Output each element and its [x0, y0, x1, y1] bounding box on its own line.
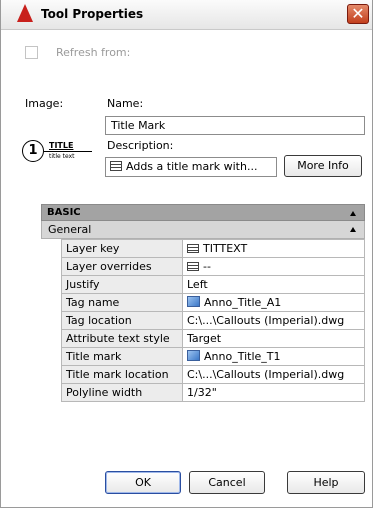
preview-subtitle: title text	[49, 153, 75, 160]
description-label: Description:	[107, 139, 174, 152]
property-value-text: Anno_Title_T1	[204, 350, 281, 363]
refresh-from-label: Refresh from:	[56, 46, 131, 59]
property-value-text: C:\...\Callouts (Imperial).dwg	[187, 314, 345, 327]
properties-panel: BASIC General Layer key TITTEXT Layer over…	[41, 204, 365, 402]
property-value[interactable]: 1/32"	[182, 383, 365, 402]
property-value[interactable]: C:\...\Callouts (Imperial).dwg	[182, 311, 365, 330]
category-basic[interactable]: BASIC	[41, 204, 365, 221]
preview-line	[44, 151, 92, 152]
property-row[interactable]: Layer overrides --	[61, 257, 365, 276]
block-icon	[187, 296, 200, 307]
category-basic-label: BASIC	[47, 207, 81, 218]
property-name: Tag location	[61, 311, 183, 330]
close-button[interactable]: ✕	[347, 4, 369, 24]
property-value-text: Anno_Title_A1	[204, 296, 282, 309]
property-name: Title mark location	[61, 365, 183, 384]
properties-grid: Layer key TITTEXT Layer overrides -- Justify…	[61, 239, 365, 402]
property-row[interactable]: Polyline width 1/32"	[61, 383, 365, 402]
property-value[interactable]: Anno_Title_T1	[182, 347, 365, 366]
property-row[interactable]: Title mark Anno_Title_T1	[61, 347, 365, 366]
property-row[interactable]: Tag location C:\...\Callouts (Imperial).d…	[61, 311, 365, 330]
property-row[interactable]: Tag name Anno_Title_A1	[61, 293, 365, 312]
property-value-text: --	[203, 260, 211, 273]
property-row[interactable]: Title mark location C:\...\Callouts (Impe…	[61, 365, 365, 384]
name-input[interactable]	[105, 116, 365, 135]
collapse-icon[interactable]	[350, 211, 356, 216]
tool-properties-window: Tool Properties ✕ Refresh from: Image: 1…	[0, 0, 373, 508]
title-mark-preview[interactable]: 1 TITLE title text	[22, 140, 94, 166]
property-value[interactable]: Target	[182, 329, 365, 348]
property-name: Layer overrides	[61, 257, 183, 276]
list-icon	[187, 244, 199, 253]
property-value-text: 1/32"	[187, 386, 217, 399]
refresh-from-checkbox[interactable]	[25, 46, 38, 59]
ok-label: OK	[135, 476, 151, 489]
title-bar[interactable]: Tool Properties ✕	[1, 0, 372, 30]
list-icon	[187, 262, 199, 271]
list-icon	[110, 161, 122, 171]
collapse-icon[interactable]	[350, 227, 356, 232]
name-label: Name:	[107, 97, 144, 110]
property-value[interactable]: Left	[182, 275, 365, 294]
property-row[interactable]: Justify Left	[61, 275, 365, 294]
cancel-button[interactable]: Cancel	[189, 471, 265, 494]
property-name: Layer key	[61, 239, 183, 258]
category-general-label: General	[48, 223, 92, 236]
property-value[interactable]: C:\...\Callouts (Imperial).dwg	[182, 365, 365, 384]
property-value-text: Target	[187, 332, 222, 345]
property-value-text: Left	[187, 278, 208, 291]
property-value-text: C:\...\Callouts (Imperial).dwg	[187, 368, 345, 381]
property-name: Tag name	[61, 293, 183, 312]
more-info-button[interactable]: More Info	[284, 155, 362, 177]
property-value[interactable]: TITTEXT	[182, 239, 365, 258]
ok-button[interactable]: OK	[105, 471, 181, 494]
description-value: Adds a title mark with...	[126, 160, 258, 173]
image-label: Image:	[25, 97, 64, 110]
property-value[interactable]: --	[182, 257, 365, 276]
preview-title: TITLE	[49, 141, 74, 150]
property-value-text: TITTEXT	[203, 242, 248, 255]
preview-number: 1	[22, 140, 44, 162]
help-label: Help	[313, 476, 339, 489]
block-icon	[187, 350, 200, 361]
property-name: Polyline width	[61, 383, 183, 402]
property-row[interactable]: Attribute text style Target	[61, 329, 365, 348]
category-general[interactable]: General	[41, 221, 365, 239]
help-button[interactable]: Help	[287, 471, 365, 494]
property-value[interactable]: Anno_Title_A1	[182, 293, 365, 312]
window-title: Tool Properties	[41, 7, 144, 21]
property-name: Attribute text style	[61, 329, 183, 348]
more-info-label: More Info	[297, 159, 349, 172]
property-row[interactable]: Layer key TITTEXT	[61, 239, 365, 258]
property-name: Justify	[61, 275, 183, 294]
cancel-label: Cancel	[208, 476, 246, 489]
property-name: Title mark	[61, 347, 183, 366]
autocad-icon	[17, 4, 33, 22]
description-field[interactable]: Adds a title mark with...	[105, 157, 277, 177]
